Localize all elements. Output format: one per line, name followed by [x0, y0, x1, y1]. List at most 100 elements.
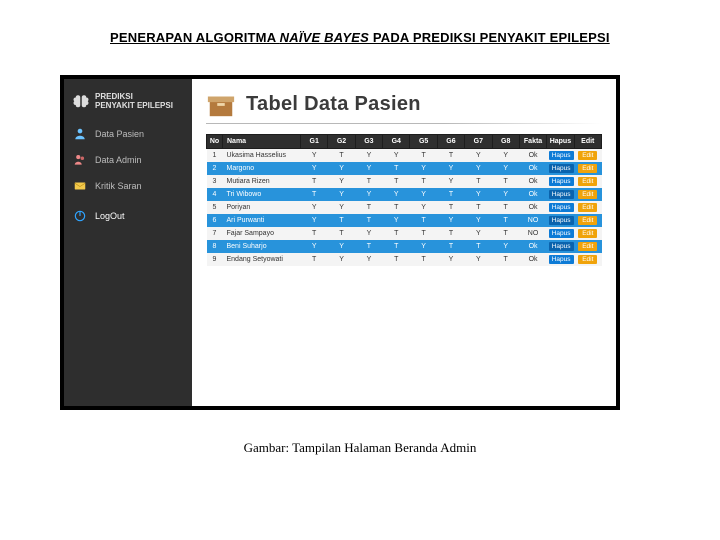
table-cell: T: [465, 175, 492, 188]
hapus-button[interactable]: Hapus: [549, 242, 574, 251]
table-cell: Tri Wibowo: [223, 188, 301, 201]
table-cell: T: [355, 175, 382, 188]
table-cell: T: [383, 201, 410, 214]
hapus-button[interactable]: Hapus: [549, 216, 574, 225]
table-cell: 6: [207, 214, 223, 227]
figure-caption: Gambar: Tampilan Halaman Beranda Admin: [60, 440, 660, 456]
edit-button[interactable]: Edit: [578, 151, 597, 160]
sidebar-item-label: Data Pasien: [95, 129, 144, 139]
hapus-button[interactable]: Hapus: [549, 190, 574, 199]
table-cell: 4: [207, 188, 223, 201]
table-cell: Y: [437, 162, 464, 175]
table-cell: Poriyan: [223, 201, 301, 214]
edit-cell: Edit: [574, 227, 601, 240]
hapus-cell: Hapus: [547, 175, 574, 188]
table-header-cell: G4: [383, 135, 410, 149]
table-cell: Y: [465, 149, 492, 163]
table-row: 7Fajar SampayoTTYTTTYTNOHapusEdit: [207, 227, 602, 240]
sidebar-item-data-admin[interactable]: Data Admin: [64, 147, 192, 173]
table-header-cell: Edit: [574, 135, 601, 149]
table-cell: T: [410, 253, 437, 266]
table-cell: Y: [465, 188, 492, 201]
table-cell: T: [492, 201, 519, 214]
hapus-button[interactable]: Hapus: [549, 255, 574, 264]
table-cell: Mutiara Rizen: [223, 175, 301, 188]
sidebar-item-logout[interactable]: LogOut: [64, 203, 192, 229]
table-row: 6Ari PurwantiYTTYTYYTNOHapusEdit: [207, 214, 602, 227]
hapus-cell: Hapus: [547, 240, 574, 253]
table-cell: T: [437, 188, 464, 201]
hapus-button[interactable]: Hapus: [549, 177, 574, 186]
table-cell: Y: [355, 162, 382, 175]
table-cell: Y: [328, 253, 355, 266]
table-header-cell: G6: [437, 135, 464, 149]
hapus-cell: Hapus: [547, 188, 574, 201]
table-cell: T: [383, 162, 410, 175]
edit-button[interactable]: Edit: [578, 216, 597, 225]
table-cell: Y: [328, 162, 355, 175]
table-cell: 7: [207, 227, 223, 240]
content-header: Tabel Data Pasien: [206, 89, 602, 119]
patient-icon: [72, 126, 88, 142]
hapus-button[interactable]: Hapus: [549, 203, 574, 212]
table-cell: T: [383, 240, 410, 253]
sidebar-item-label: Data Admin: [95, 155, 142, 165]
sidebar-item-kritik-saran[interactable]: Kritik Saran: [64, 173, 192, 199]
table-cell: Ok: [519, 162, 546, 175]
edit-button[interactable]: Edit: [578, 242, 597, 251]
table-cell: T: [301, 253, 328, 266]
table-header-cell: Nama: [223, 135, 301, 149]
table-header-cell: Hapus: [547, 135, 574, 149]
table-cell: Y: [437, 175, 464, 188]
table-cell: Y: [410, 188, 437, 201]
table-cell: Y: [465, 162, 492, 175]
table-cell: NO: [519, 214, 546, 227]
table-header-cell: G8: [492, 135, 519, 149]
table-cell: T: [492, 214, 519, 227]
table-row: 4Tri WibowoTYYYYTYYOkHapusEdit: [207, 188, 602, 201]
table-cell: Y: [301, 214, 328, 227]
table-cell: Ari Purwanti: [223, 214, 301, 227]
table-cell: T: [383, 175, 410, 188]
table-cell: NO: [519, 227, 546, 240]
edit-button[interactable]: Edit: [578, 229, 597, 238]
table-cell: Ok: [519, 201, 546, 214]
table-header: NoNamaG1G2G3G4G5G6G7G8FaktaHapusEdit: [207, 135, 602, 149]
sidebar: PREDIKSI PENYAKIT EPILEPSI Data Pasien D…: [64, 79, 192, 406]
edit-cell: Edit: [574, 214, 601, 227]
table-cell: T: [383, 253, 410, 266]
table-cell: T: [465, 201, 492, 214]
table-cell: Y: [301, 240, 328, 253]
table-cell: Y: [492, 149, 519, 163]
edit-button[interactable]: Edit: [578, 164, 597, 173]
hapus-button[interactable]: Hapus: [549, 164, 574, 173]
edit-button[interactable]: Edit: [578, 203, 597, 212]
table-cell: T: [410, 214, 437, 227]
table-header-cell: G5: [410, 135, 437, 149]
table-cell: T: [492, 227, 519, 240]
edit-button[interactable]: Edit: [578, 177, 597, 186]
edit-button[interactable]: Edit: [578, 255, 597, 264]
edit-button[interactable]: Edit: [578, 190, 597, 199]
table-header-cell: G2: [328, 135, 355, 149]
table-cell: Y: [410, 162, 437, 175]
table-cell: T: [410, 149, 437, 163]
hapus-button[interactable]: Hapus: [549, 229, 574, 238]
hapus-button[interactable]: Hapus: [549, 151, 574, 160]
table-cell: Y: [301, 149, 328, 163]
table-cell: Y: [301, 162, 328, 175]
table-cell: Y: [301, 201, 328, 214]
brain-icon: [72, 93, 90, 111]
mail-icon: [72, 178, 88, 194]
table-cell: 9: [207, 253, 223, 266]
hapus-cell: Hapus: [547, 227, 574, 240]
edit-cell: Edit: [574, 175, 601, 188]
title-italic: NAÏVE BAYES: [280, 30, 369, 45]
table-row: 2MargonoYYYTYYYYOkHapusEdit: [207, 162, 602, 175]
table-cell: Y: [465, 214, 492, 227]
sidebar-item-data-pasien[interactable]: Data Pasien: [64, 121, 192, 147]
brand-text: PREDIKSI PENYAKIT EPILEPSI: [95, 93, 173, 111]
data-table: NoNamaG1G2G3G4G5G6G7G8FaktaHapusEdit 1Uk…: [206, 134, 602, 266]
box-icon: [206, 89, 236, 119]
table-cell: 5: [207, 201, 223, 214]
